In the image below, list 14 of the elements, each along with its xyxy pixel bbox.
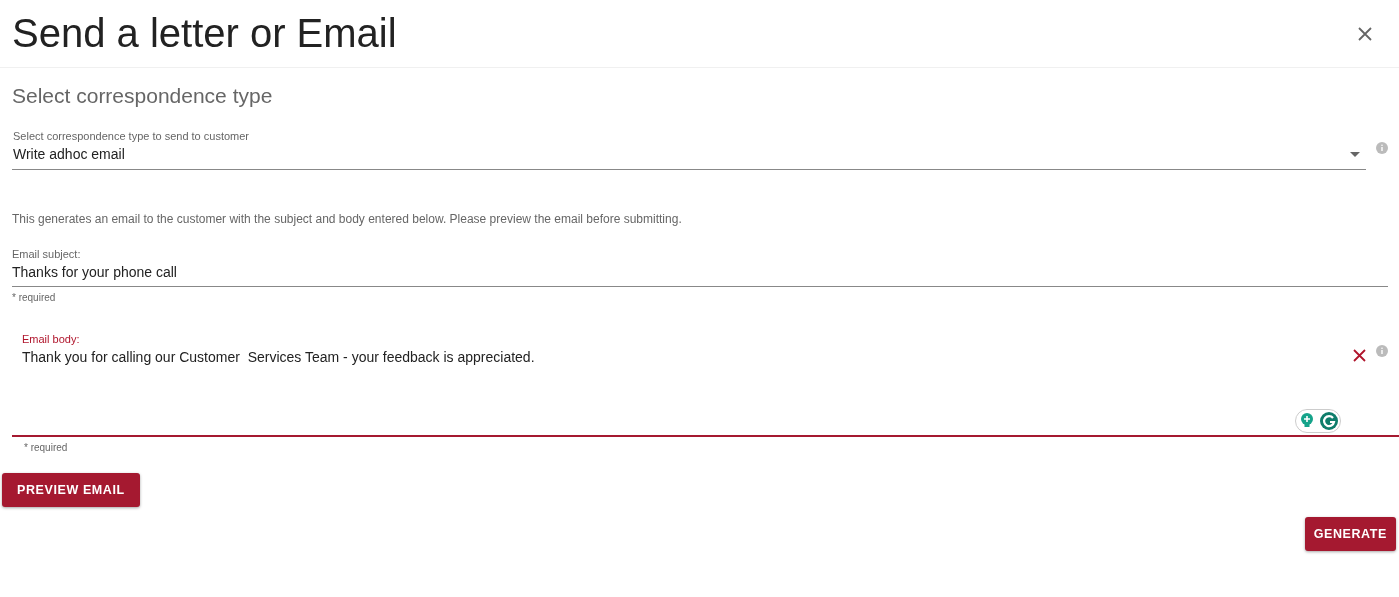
field-label: Email subject:	[12, 248, 82, 260]
description-text: This generates an email to the customer with the subject and body entered below. Please preview the email before submitting.	[12, 212, 683, 226]
clear-icon[interactable]	[1353, 349, 1366, 362]
dialog-title: Send a letter or Email	[12, 11, 397, 56]
caret-icon	[1350, 152, 1360, 157]
required-hint: * required	[24, 442, 68, 453]
preview-email-button[interactable]: PREVIEW EMAIL	[2, 473, 140, 507]
correspondence-type-dropdown[interactable]: Select correspondence type to send to customer Write adhoc email	[12, 130, 1366, 170]
field-label: Email body:	[22, 333, 81, 345]
section-title: Select correspondence type	[12, 84, 274, 108]
writing-assistant-icon[interactable]	[1295, 409, 1341, 433]
email-subject-field[interactable]: Thanks for your phone call	[12, 264, 1388, 287]
required-hint: * required	[12, 292, 56, 303]
generate-button[interactable]: GENERATE	[1304, 517, 1396, 551]
